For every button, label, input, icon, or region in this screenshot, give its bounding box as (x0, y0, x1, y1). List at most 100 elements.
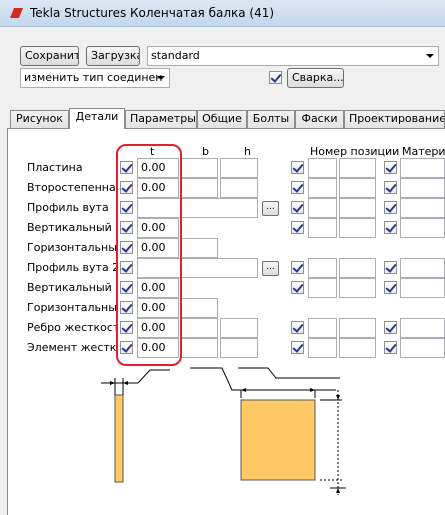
stiffener-b-field[interactable] (180, 318, 218, 338)
row-checkbox-vertical-haunch[interactable] (120, 221, 133, 234)
tab-bolts[interactable]: Болты (247, 110, 295, 128)
modify-combo[interactable]: изменить тип соединен (20, 68, 170, 88)
stiffener-h-field[interactable] (220, 318, 258, 338)
secondary-material-checkbox[interactable] (384, 181, 397, 194)
vertical-haunch-material-checkbox[interactable] (384, 221, 397, 234)
vertical-haunch-position-checkbox[interactable] (291, 221, 304, 234)
secondary-material-field[interactable] (400, 178, 445, 198)
row-checkbox-secondary[interactable] (120, 181, 133, 194)
haunch-profile-prefix-field[interactable] (308, 198, 337, 218)
stiffener-prefix-field[interactable] (308, 318, 337, 338)
haunch-profile-position-checkbox[interactable] (291, 201, 304, 214)
haunch-profile-2-field[interactable] (137, 258, 258, 278)
save-button[interactable]: Сохранить (20, 46, 79, 66)
tab-general[interactable]: Общие (197, 110, 247, 128)
plate-t-field[interactable]: 0.00 (137, 158, 179, 178)
stiffening-element-position-checkbox[interactable] (291, 341, 304, 354)
haunch-profile-browse-button[interactable]: ... (262, 201, 279, 216)
vertical-haunch-2-material-checkbox[interactable] (384, 281, 397, 294)
row-label-stiffener: Ребро жесткости (27, 321, 117, 334)
row-label-vertical-haunch: Вертикальный вут (27, 221, 117, 234)
haunch-profile-2-number-field[interactable] (339, 258, 376, 278)
vertical-haunch-t-field[interactable]: 0.00 (137, 218, 179, 238)
haunch-profile-2-material-field[interactable] (400, 258, 445, 278)
stiffener-position-checkbox[interactable] (291, 321, 304, 334)
plate-material-checkbox[interactable] (384, 161, 397, 174)
haunch-profile-number-field[interactable] (339, 198, 376, 218)
preset-combo[interactable]: standard (147, 46, 439, 66)
vertical-haunch-2-material-field[interactable] (400, 278, 445, 298)
haunch-profile-2-position-checkbox[interactable] (291, 261, 304, 274)
secondary-prefix-field[interactable] (308, 178, 337, 198)
stiffening-element-number-field[interactable] (339, 338, 376, 358)
stiffening-element-t-field[interactable]: 0.00 (137, 338, 179, 358)
haunch-profile-material-field[interactable] (400, 198, 445, 218)
row-label-horizontal-haunch: Горизонтальный (27, 241, 117, 254)
plate-position-checkbox[interactable] (291, 161, 304, 174)
tab-drawing[interactable]: Рисунок (10, 110, 69, 128)
secondary-position-checkbox[interactable] (291, 181, 304, 194)
vertical-haunch-2-t-field[interactable]: 0.00 (137, 278, 179, 298)
plate-h-field[interactable] (220, 158, 258, 178)
horizontal-haunch-2-b-field[interactable] (180, 298, 218, 318)
dimension-arrow-icon (336, 488, 340, 493)
row-checkbox-horizontal-haunch[interactable] (120, 241, 133, 254)
haunch-profile-2-prefix-field[interactable] (308, 258, 337, 278)
chevron-down-icon (157, 76, 165, 80)
haunch-profile-2-browse-button[interactable]: ... (262, 261, 279, 276)
stiffener-number-field[interactable] (339, 318, 376, 338)
horizontal-haunch-b-field[interactable] (180, 238, 218, 258)
stiffening-element-material-field[interactable] (400, 338, 445, 358)
tekla-logo-icon (10, 8, 23, 18)
row-checkbox-vertical-haunch-2[interactable] (120, 281, 133, 294)
horizontal-haunch-2-t-field[interactable]: 0.00 (137, 298, 179, 318)
plate-material-field[interactable] (400, 158, 445, 178)
stiffening-element-material-checkbox[interactable] (384, 341, 397, 354)
dimension-arrow-icon (123, 381, 128, 385)
row-checkbox-haunch-profile[interactable] (120, 201, 133, 214)
stiffening-element-b-field[interactable] (180, 338, 218, 358)
vertical-haunch-2-position-checkbox[interactable] (291, 281, 304, 294)
haunch-profile-2-material-checkbox[interactable] (384, 261, 397, 274)
stiffening-element-h-field[interactable] (220, 338, 258, 358)
tab-parts[interactable]: Детали (69, 108, 125, 129)
secondary-b-field[interactable] (180, 178, 218, 198)
column-header-t: t (150, 145, 155, 158)
dialog-window: Tekla Structures Коленчатая балка (41) С… (0, 0, 445, 515)
column-header-b: b (202, 145, 209, 158)
stiffener-material-checkbox[interactable] (384, 321, 397, 334)
plate-prefix-field[interactable] (308, 158, 337, 178)
plate-number-field[interactable] (339, 158, 376, 178)
vertical-haunch-prefix-field[interactable] (308, 218, 337, 238)
row-checkbox-haunch-profile-2[interactable] (120, 261, 133, 274)
row-checkbox-stiffener[interactable] (120, 321, 133, 334)
secondary-t-field[interactable]: 0.00 (137, 178, 179, 198)
column-header-material: Материал (402, 145, 445, 158)
row-checkbox-horizontal-haunch-2[interactable] (120, 301, 133, 314)
haunch-profile-field[interactable] (137, 198, 258, 218)
secondary-h-field[interactable] (220, 178, 258, 198)
dimension-arrow-icon (336, 395, 340, 400)
row-label-plate: Пластина (27, 161, 83, 174)
stiffening-element-prefix-field[interactable] (308, 338, 337, 358)
horizontal-haunch-t-field[interactable]: 0.00 (137, 238, 179, 258)
window-title: Tekla Structures Коленчатая балка (41) (30, 6, 275, 20)
stiffener-material-field[interactable] (400, 318, 445, 338)
load-button[interactable]: Загрузка (86, 46, 140, 66)
weld-button[interactable]: Сварка... (287, 68, 344, 88)
tab-design[interactable]: Проектирование (344, 110, 445, 128)
tab-chamfers[interactable]: Фаски (295, 110, 344, 128)
plate-b-field[interactable] (180, 158, 218, 178)
row-checkbox-stiffening-element[interactable] (120, 341, 133, 354)
haunch-profile-material-checkbox[interactable] (384, 201, 397, 214)
vertical-haunch-number-field[interactable] (339, 218, 376, 238)
vertical-haunch-material-field[interactable] (400, 218, 445, 238)
tab-parameters[interactable]: Параметры (125, 110, 197, 128)
row-checkbox-plate[interactable] (120, 161, 133, 174)
part-drawing (101, 367, 346, 495)
vertical-haunch-2-prefix-field[interactable] (308, 278, 337, 298)
stiffener-t-field[interactable]: 0.00 (137, 318, 179, 338)
secondary-number-field[interactable] (339, 178, 376, 198)
weld-checkbox[interactable] (269, 71, 282, 84)
vertical-haunch-2-number-field[interactable] (339, 278, 376, 298)
